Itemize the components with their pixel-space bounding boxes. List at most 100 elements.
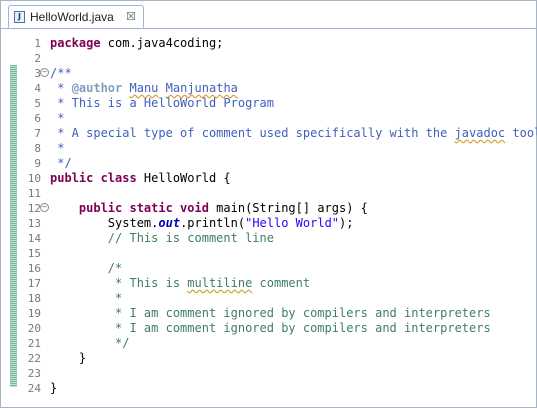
code-text: // This is comment line xyxy=(50,231,274,246)
code-token: main(String[] args) { xyxy=(208,201,368,215)
line-number: 7 xyxy=(34,127,41,140)
code-line[interactable]: 15 xyxy=(2,246,536,261)
code-line[interactable]: 3−/** xyxy=(2,66,536,81)
code-token: * I am comment ignored by compilers and … xyxy=(107,306,491,320)
code-text: * This is multiline comment xyxy=(50,276,310,291)
code-line[interactable]: 8 * xyxy=(2,141,536,156)
code-line[interactable]: 22 } xyxy=(2,351,536,366)
code-token: tool xyxy=(512,126,537,140)
code-text: */ xyxy=(50,336,129,351)
line-number: 16 xyxy=(27,262,41,275)
code-token: System. xyxy=(50,216,159,230)
code-line[interactable]: 12− public static void main(String[] arg… xyxy=(2,201,536,216)
line-number: 17 xyxy=(27,277,41,290)
code-text: * xyxy=(50,111,64,126)
code-token: * I am comment ignored by compilers and … xyxy=(107,321,491,335)
line-number: 15 xyxy=(27,247,41,260)
line-number: 11 xyxy=(27,187,41,200)
code-token: /** xyxy=(50,66,72,80)
code-line[interactable]: 14 // This is comment line xyxy=(2,231,536,246)
code-text: */ xyxy=(50,156,71,171)
line-number: 21 xyxy=(27,337,41,350)
code-line[interactable]: 13 System.out.println("Hello World"); xyxy=(2,216,536,231)
line-number: 5 xyxy=(34,97,41,110)
code-line[interactable]: 2 xyxy=(2,51,536,66)
code-text: /** xyxy=(50,66,72,81)
code-token: javadoc xyxy=(454,126,506,140)
code-text: public static void main(String[] args) { xyxy=(50,201,368,216)
code-token: // This is comment line xyxy=(107,231,274,245)
tab-label: HelloWorld.java xyxy=(30,10,114,24)
code-line[interactable]: 21 */ xyxy=(2,336,536,351)
line-number: 2 xyxy=(34,52,41,65)
code-text: public class HelloWorld { xyxy=(50,171,231,186)
fold-collapse-icon[interactable]: − xyxy=(40,203,49,212)
code-token: } xyxy=(50,381,58,395)
line-number: 9 xyxy=(34,157,41,170)
code-token: * xyxy=(107,291,123,305)
code-line[interactable]: 7 * A special type of comment used speci… xyxy=(2,126,537,141)
code-line[interactable]: 23 xyxy=(2,366,536,381)
code-token: com.java4coding; xyxy=(100,36,224,50)
line-number: 18 xyxy=(27,292,41,305)
code-token: * A special type of comment used specifi… xyxy=(50,126,455,140)
code-line[interactable]: 17 * This is multiline comment xyxy=(2,276,536,291)
line-number: 4 xyxy=(34,82,41,95)
line-number: 24 xyxy=(27,382,41,395)
line-number: 12 xyxy=(27,202,41,215)
code-line[interactable]: 4 * @author Manu Manjunatha xyxy=(2,81,536,96)
code-line[interactable]: 10 public class HelloWorld { xyxy=(2,171,536,186)
code-token: comment xyxy=(252,276,311,290)
tab-helloworld-java[interactable]: J HelloWorld.java ☒ xyxy=(8,5,144,28)
line-number: 10 xyxy=(27,172,41,185)
code-line[interactable]: 18 * xyxy=(2,291,536,306)
code-token: ); xyxy=(339,216,354,230)
code-line[interactable]: 6 * xyxy=(2,111,536,126)
code-line[interactable]: 16 /* xyxy=(2,261,536,276)
code-text: * This is a HelloWorld Program xyxy=(50,96,274,111)
code-token: Manu xyxy=(129,81,159,95)
code-editor[interactable]: 1 package com.java4coding; 2 3−/** 4 * @auth… xyxy=(2,31,537,405)
code-token: * This is xyxy=(107,276,188,290)
editor-tab-bar: J HelloWorld.java ☒ xyxy=(1,1,536,29)
code-token: public static void xyxy=(78,201,209,215)
code-line[interactable]: 11 xyxy=(2,186,536,201)
code-token: @author xyxy=(71,81,123,95)
code-token: multiline xyxy=(187,276,253,290)
code-token: out xyxy=(158,216,181,230)
code-line[interactable]: 1 package com.java4coding; xyxy=(2,36,536,51)
code-text: package com.java4coding; xyxy=(50,36,223,51)
code-line[interactable]: 9 */ xyxy=(2,156,536,171)
editor-window: J HelloWorld.java ☒ 1 package com.java4co… xyxy=(0,0,537,408)
code-token: * This is a HelloWorld Program xyxy=(50,96,274,110)
code-text: * xyxy=(50,141,64,156)
code-token: * xyxy=(50,81,72,95)
line-number: 13 xyxy=(27,217,41,230)
close-icon[interactable]: ☒ xyxy=(126,9,136,25)
code-text: * xyxy=(50,291,122,306)
code-line[interactable]: 24} xyxy=(2,381,536,396)
fold-collapse-icon[interactable]: − xyxy=(40,68,49,77)
code-token: * xyxy=(50,141,65,155)
code-line[interactable]: 20 * I am comment ignored by compilers a… xyxy=(2,321,536,336)
code-text: * I am comment ignored by compilers and … xyxy=(50,321,491,336)
code-token: * xyxy=(50,111,65,125)
code-line[interactable]: 5 * This is a HelloWorld Program xyxy=(2,96,536,111)
line-number: 23 xyxy=(27,367,41,380)
code-token: */ xyxy=(107,336,130,350)
code-token: /* xyxy=(107,261,123,275)
code-line[interactable]: 19 * I am comment ignored by compilers a… xyxy=(2,306,536,321)
line-number: 19 xyxy=(27,307,41,320)
code-text: * @author Manu Manjunatha xyxy=(50,81,238,96)
line-number: 1 xyxy=(34,37,41,50)
code-token: public class xyxy=(50,171,137,185)
code-token: HelloWorld { xyxy=(136,171,231,185)
code-text: /* xyxy=(50,261,122,276)
code-text: } xyxy=(50,351,86,366)
